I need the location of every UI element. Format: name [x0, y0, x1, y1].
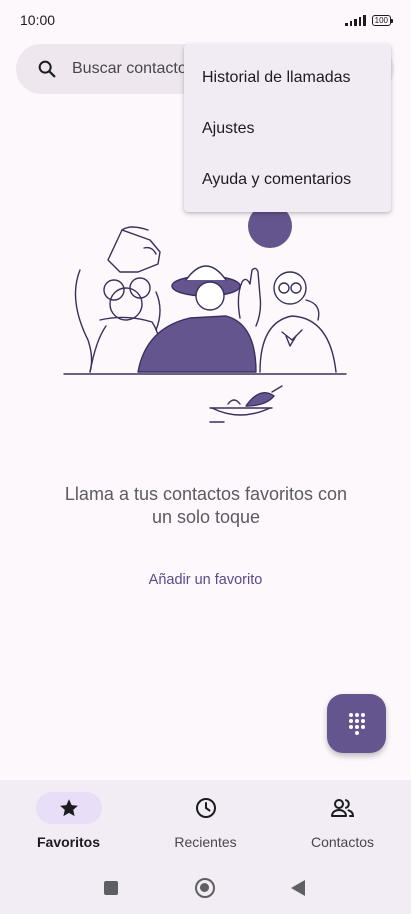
recents-square-icon[interactable]: [104, 881, 118, 895]
tab-recents[interactable]: Recientes: [137, 792, 274, 862]
clock-icon: [195, 798, 216, 818]
add-favorite-link[interactable]: Añadir un favorito: [0, 572, 411, 588]
tab-favorites[interactable]: Favoritos: [0, 792, 137, 862]
tab-recents-label: Recientes: [174, 834, 237, 850]
tab-contacts[interactable]: Contactos: [274, 792, 411, 862]
dialpad-icon: [348, 712, 365, 735]
dialpad-button[interactable]: [327, 694, 386, 753]
people-icon: [330, 799, 354, 817]
battery-icon: 100: [371, 14, 394, 26]
favorites-illustration: [63, 204, 347, 423]
tab-favorites-pill: [35, 792, 102, 824]
tab-recents-pill: [173, 792, 239, 824]
menu-item-settings[interactable]: Ajustes: [184, 103, 391, 154]
status-icons: 100: [345, 14, 394, 26]
tab-contacts-label: Contactos: [310, 834, 375, 850]
status-time: 10:00: [20, 12, 56, 28]
overflow-menu: Historial de llamadas Ajustes Ayuda y co…: [184, 44, 391, 212]
system-navigation-bar: [0, 868, 411, 908]
search-icon: [38, 60, 56, 78]
tab-contacts-pill: [310, 792, 376, 824]
empty-state-message: Llama a tus contactos favoritos con un s…: [64, 484, 348, 527]
search-placeholder: Buscar contactos: [72, 60, 195, 77]
back-triangle-icon[interactable]: [291, 880, 305, 896]
menu-item-call-history[interactable]: Historial de llamadas: [184, 52, 391, 103]
home-circle-icon[interactable]: [195, 878, 215, 898]
menu-item-help-feedback[interactable]: Ayuda y comentarios: [184, 154, 391, 205]
signal-icon: [345, 14, 366, 26]
status-bar: 10:00 100: [0, 0, 411, 40]
star-icon: [59, 799, 78, 817]
tab-favorites-label: Favoritos: [36, 834, 100, 850]
